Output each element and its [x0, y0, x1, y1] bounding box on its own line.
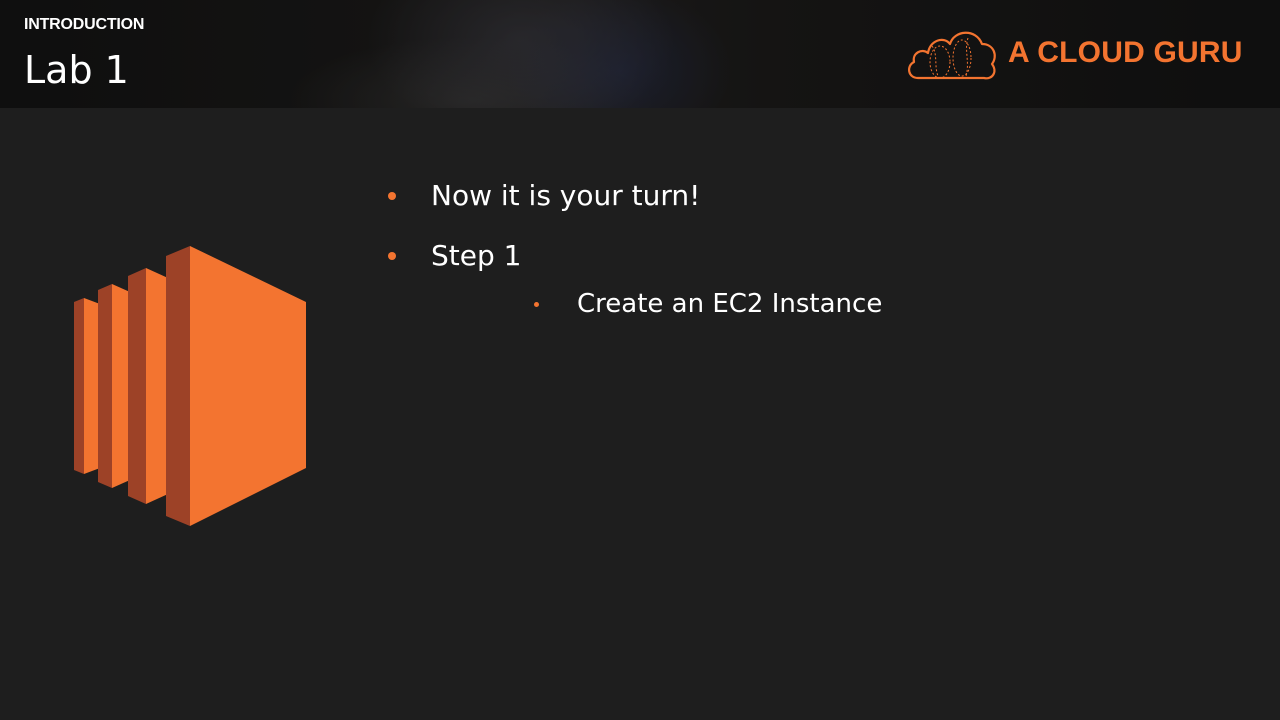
- bullet-dot: [388, 192, 396, 200]
- bullet-text: Now it is your turn!: [431, 179, 701, 212]
- list-item: Now it is your turn!: [380, 172, 1240, 232]
- cloud-logo-icon: [908, 31, 996, 80]
- slide-title: Lab 1: [24, 48, 129, 92]
- sub-bullet-text: Create an EC2 Instance: [577, 289, 883, 319]
- brand: A CLOUD GURU: [904, 26, 1254, 82]
- bullet-dot: [388, 252, 396, 260]
- brand-name: A CLOUD GURU: [1008, 36, 1243, 69]
- bullet-list: Now it is your turn! Step 1 Create an EC…: [380, 172, 1240, 332]
- section-label: INTRODUCTION: [24, 16, 145, 33]
- slide: INTRODUCTION Lab 1 A CLOUD GURU Now it i…: [0, 0, 1280, 720]
- ec2-instance-icon: [74, 246, 306, 526]
- header-band: INTRODUCTION Lab 1 A CLOUD GURU: [0, 0, 1280, 108]
- sub-list-item: Create an EC2 Instance: [380, 282, 1240, 332]
- bullet-text: Step 1: [431, 239, 522, 272]
- sub-bullet-dot: [534, 302, 539, 307]
